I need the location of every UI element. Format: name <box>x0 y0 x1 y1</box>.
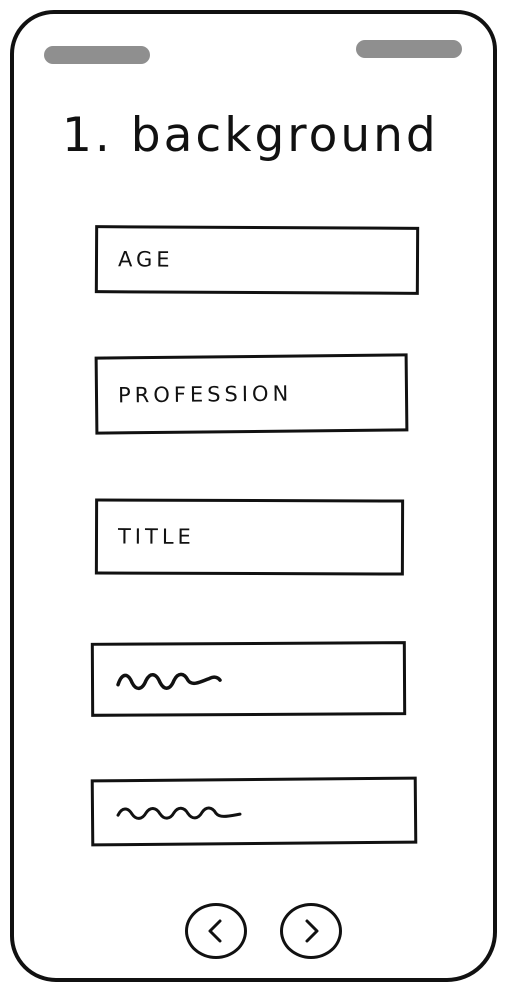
age-field[interactable]: AGE <box>94 225 420 295</box>
next-button[interactable] <box>280 903 342 959</box>
title-field-label: TITLE <box>117 524 195 549</box>
text-field-5[interactable] <box>90 776 418 847</box>
squiggle-placeholder-icon <box>116 806 242 820</box>
title-field[interactable]: TITLE <box>94 498 405 576</box>
profession-field-label: PROFESSION <box>117 381 293 408</box>
status-bar-pill-right <box>356 40 462 58</box>
chevron-right-icon <box>305 919 319 943</box>
status-bar-pill-left <box>44 46 150 64</box>
squiggle-placeholder-icon <box>116 672 222 691</box>
text-field-4[interactable] <box>90 641 407 717</box>
chevron-left-icon <box>208 919 222 943</box>
profession-field[interactable]: PROFESSION <box>94 353 409 435</box>
page-title: 1. background <box>62 108 439 163</box>
age-field-label: AGE <box>117 247 174 272</box>
previous-button[interactable] <box>185 903 247 959</box>
